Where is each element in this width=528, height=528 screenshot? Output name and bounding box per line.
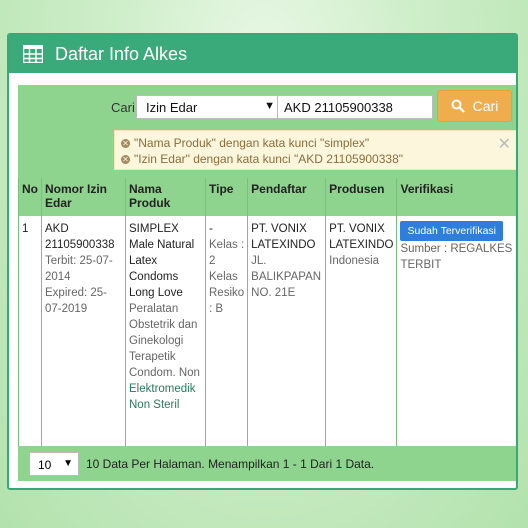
status-badge: Sudah Terverifikasi bbox=[400, 221, 504, 241]
active-filters: ✕ "Nama Produk" dengan kata kunci "simpl… bbox=[114, 130, 516, 170]
column-header-nama-produk: Nama Produk bbox=[125, 178, 206, 216]
column-header-produsen: Produsen bbox=[325, 178, 398, 216]
filter-text: "Izin Edar" dengan kata kunci "AKD 21105… bbox=[134, 152, 403, 166]
pagination-summary: 10 Data Per Halaman. Menampilkan 1 - 1 D… bbox=[86, 456, 375, 471]
steril-label: Non Steril bbox=[129, 399, 180, 411]
pendaftar-alamat: JL. BALIKPAPAN NO. 21E bbox=[251, 255, 322, 299]
cell-nomor-izin-edar: AKD 21105900338 Terbit: 25-07-2014 Expir… bbox=[41, 216, 126, 447]
remove-filter-icon[interactable]: ✕ bbox=[121, 154, 130, 164]
tipe-kelas: Kelas : 2 Kelas Resiko : B bbox=[209, 239, 245, 315]
tanggal-expired: Expired: 25-07-2019 bbox=[45, 287, 108, 315]
dropdown-arrow-icon: ▼ bbox=[63, 457, 73, 469]
search-button[interactable]: Cari bbox=[437, 90, 512, 122]
cell-verifikasi: Sudah Terverifikasi Sumber : REGALKES TE… bbox=[396, 216, 516, 447]
table-grid-icon bbox=[22, 44, 44, 64]
filter-item[interactable]: ✕ "Izin Edar" dengan kata kunci "AKD 211… bbox=[121, 151, 511, 167]
alkes-panel: Daftar Info Alkes Cari Izin Edar ▼ Cari … bbox=[7, 33, 518, 490]
cell-no: 1 bbox=[18, 216, 42, 447]
sumber-label: Sumber : REGALKES TERBIT bbox=[400, 243, 513, 271]
search-input[interactable] bbox=[277, 95, 433, 119]
search-field-value: Izin Edar bbox=[146, 100, 198, 115]
page-size-select[interactable]: 10 ▼ bbox=[29, 451, 79, 476]
cell-tipe: - Kelas : 2 Kelas Resiko : B bbox=[205, 216, 249, 447]
filter-item[interactable]: ✕ "Nama Produk" dengan kata kunci "simpl… bbox=[121, 135, 511, 151]
table-row[interactable]: 1 AKD 21105900338 Terbit: 25-07-2014 Exp… bbox=[18, 216, 516, 447]
column-header-nomor-izin-edar: Nomor Izin Edar bbox=[41, 178, 126, 216]
dropdown-arrow-icon: ▼ bbox=[264, 100, 275, 112]
elektromedik-label: Elektromedik bbox=[129, 383, 196, 395]
filter-text: "Nama Produk" dengan kata kunci "simplex… bbox=[134, 136, 370, 150]
kategori-produk: Peralatan Obstetrik dan Ginekologi Terap… bbox=[129, 303, 200, 379]
column-header-verifikasi: Verifikasi bbox=[396, 178, 516, 216]
column-header-tipe: Tipe bbox=[205, 178, 249, 216]
search-icon bbox=[451, 99, 465, 113]
pendaftar-nama: PT. VONIX LATEXINDO bbox=[251, 223, 316, 251]
pagination-bar: 10 ▼ 10 Data Per Halaman. Menampilkan 1 … bbox=[18, 446, 516, 481]
search-button-label: Cari bbox=[472, 98, 499, 114]
cell-pendaftar: PT. VONIX LATEXINDO JL. BALIKPAPAN NO. 2… bbox=[247, 216, 327, 447]
cell-produsen: PT. VONIX LATEXINDO Indonesia bbox=[325, 216, 398, 447]
results-table: No Nomor Izin Edar Nama Produk Tipe Pend… bbox=[18, 178, 516, 447]
tipe-dash: - bbox=[209, 223, 213, 235]
produsen-negara: Indonesia bbox=[329, 255, 380, 267]
search-field-select[interactable]: Izin Edar ▼ bbox=[136, 95, 282, 119]
nama-produk: SIMPLEX Male Natural Latex Condoms Long … bbox=[129, 223, 195, 299]
panel-header: Daftar Info Alkes bbox=[9, 35, 516, 73]
close-icon[interactable]: ✕ bbox=[498, 134, 511, 154]
page-size-value: 10 bbox=[38, 457, 52, 472]
remove-filter-icon[interactable]: ✕ bbox=[121, 138, 130, 148]
cell-nama-produk: SIMPLEX Male Natural Latex Condoms Long … bbox=[125, 216, 206, 447]
page-title: Daftar Info Alkes bbox=[55, 43, 188, 64]
search-label: Cari bbox=[111, 100, 135, 115]
tanggal-terbit: Terbit: 25-07-2014 bbox=[45, 255, 113, 283]
search-area: Cari Izin Edar ▼ Cari ✕ "Nama Produk" de… bbox=[18, 85, 516, 178]
produsen-nama: PT. VONIX LATEXINDO bbox=[329, 223, 394, 251]
table-header-row: No Nomor Izin Edar Nama Produk Tipe Pend… bbox=[18, 178, 516, 216]
column-header-pendaftar: Pendaftar bbox=[247, 178, 327, 216]
column-header-no: No bbox=[18, 178, 42, 216]
nomor-izin-edar: AKD 21105900338 bbox=[45, 223, 115, 251]
